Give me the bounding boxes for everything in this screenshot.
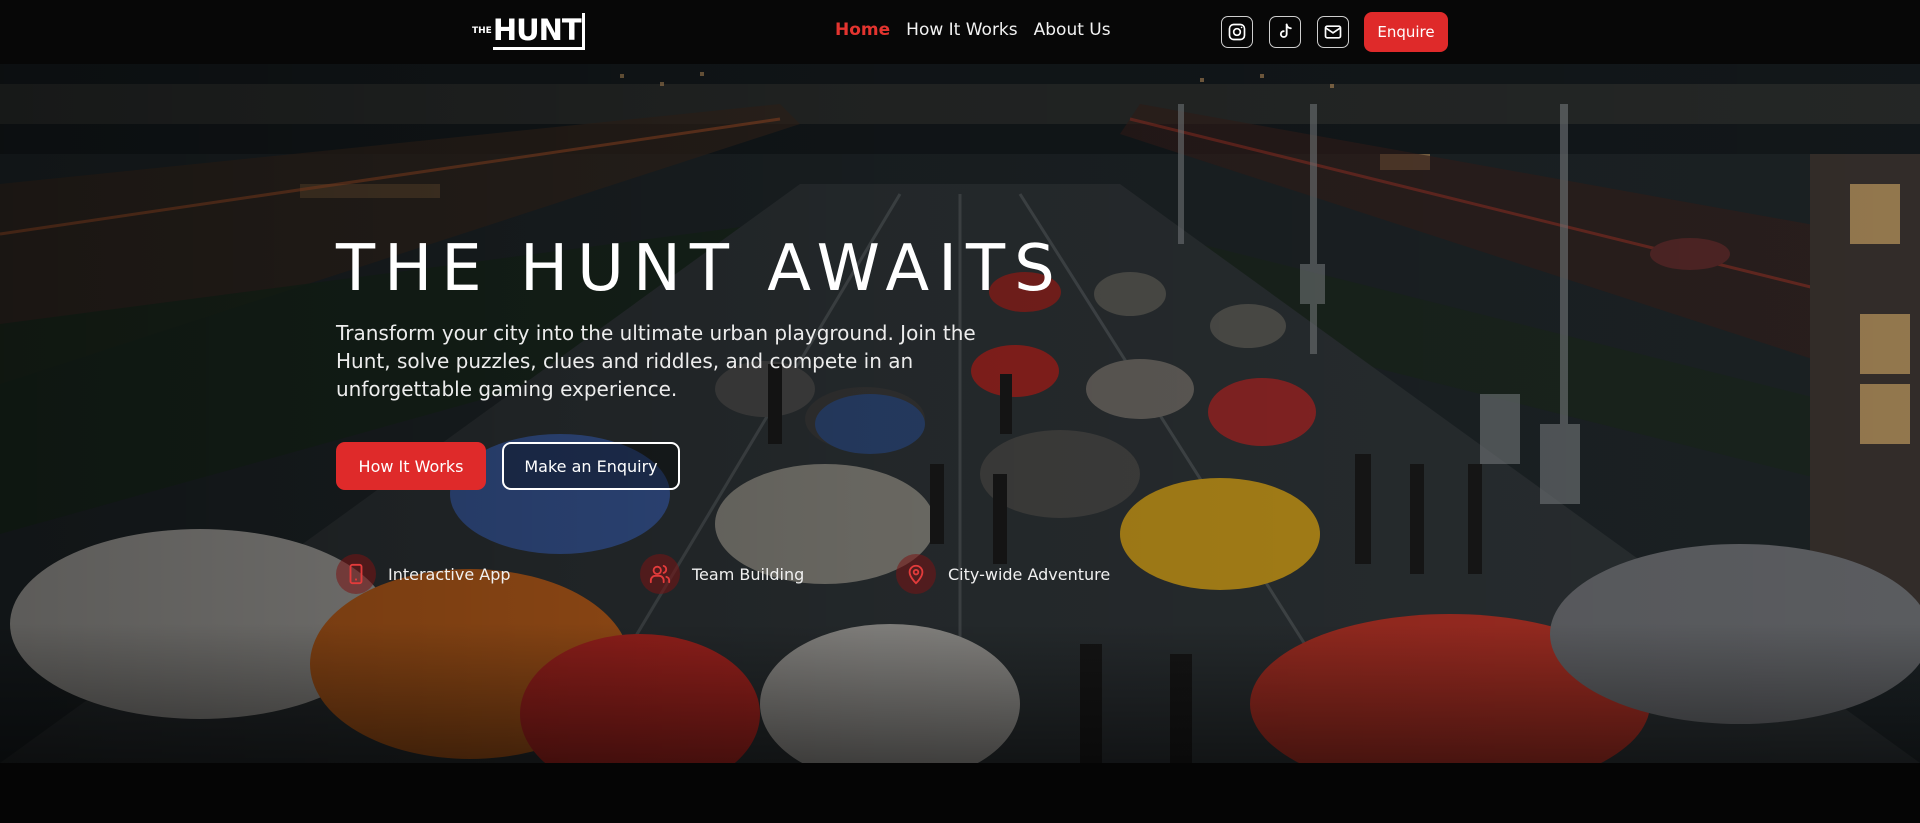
logo-small-text: THE [472, 25, 492, 36]
enquire-button[interactable]: Enquire [1364, 12, 1448, 52]
instagram-icon [1228, 23, 1246, 41]
feature-label: Interactive App [388, 564, 511, 584]
how-it-works-button[interactable]: How It Works [336, 442, 486, 490]
hero-bottom-fade [0, 623, 1920, 763]
users-icon [640, 554, 680, 594]
nav-link-about-us[interactable]: About Us [1034, 20, 1111, 40]
page-footer-band [0, 763, 1920, 823]
feature-city-wide-adventure: City-wide Adventure [896, 554, 1110, 594]
feature-label: City-wide Adventure [948, 564, 1111, 584]
brand-logo[interactable]: THE HUNT [472, 11, 585, 51]
make-an-enquiry-button[interactable]: Make an Enquiry [502, 442, 680, 490]
logo-big-text: HUNT [492, 12, 585, 50]
tiktok-button[interactable] [1269, 16, 1301, 48]
main-nav: Home How It Works About Us [835, 20, 1111, 40]
nav-link-how-it-works[interactable]: How It Works [906, 20, 1017, 40]
hero-description: Transform your city into the ultimate ur… [336, 321, 976, 401]
nav-link-home[interactable]: Home [835, 20, 890, 40]
feature-team-building: Team Building [640, 554, 804, 594]
hero-title: THE HUNT AWAITS [336, 232, 1064, 306]
instagram-button[interactable] [1221, 16, 1253, 48]
mail-icon [1324, 25, 1342, 39]
tiktok-icon [1279, 23, 1292, 38]
feature-label: Team Building [692, 564, 805, 584]
smartphone-icon [336, 554, 376, 594]
hero-section: THE HUNT AWAITS Transform your city into… [0, 64, 1920, 763]
top-navbar: THE HUNT Home How It Works About Us Enqu… [0, 0, 1920, 64]
feature-interactive-app: Interactive App [336, 554, 511, 594]
mail-button[interactable] [1317, 16, 1349, 48]
map-pin-icon [896, 554, 936, 594]
